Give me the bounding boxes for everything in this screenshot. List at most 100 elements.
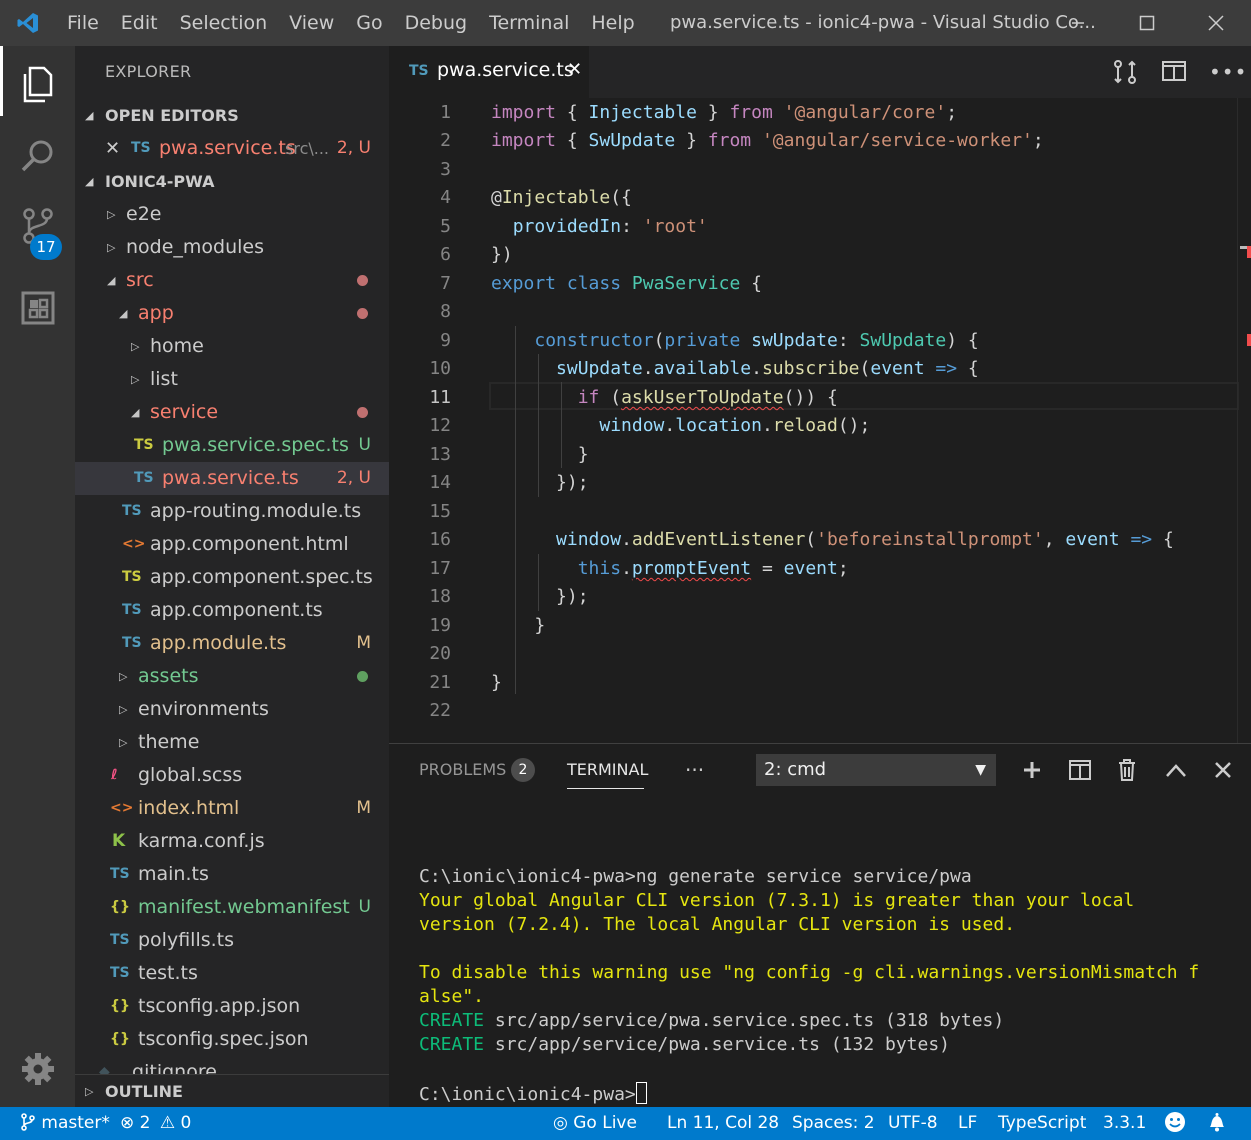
end-of-line[interactable]: LF: [958, 1107, 977, 1140]
code-token: =>: [1130, 529, 1153, 550]
overview-ruler[interactable]: [1237, 98, 1251, 743]
error-count: 2: [139, 1113, 151, 1133]
tree-file-global-scss[interactable]: ℓ global.scss: [75, 759, 389, 792]
code-token: '@angular/service-worker': [761, 130, 1033, 151]
tree-label: manifest.webmanifest: [138, 896, 350, 918]
tree-file-app-component-html[interactable]: <> app.component.html: [75, 528, 389, 561]
settings-gear-icon[interactable]: [0, 1034, 75, 1104]
tab-problems[interactable]: PROBLEMS: [419, 744, 506, 796]
open-editors-header[interactable]: ◢ OPEN EDITORS: [75, 99, 389, 132]
tree-label: node_modules: [126, 236, 265, 258]
typescript-version[interactable]: 3.3.1: [1103, 1107, 1146, 1140]
menu-edit[interactable]: Edit: [110, 0, 169, 46]
line-number: 1: [440, 102, 451, 123]
tree-file-main-ts[interactable]: TS main.ts: [75, 858, 389, 891]
menu-help[interactable]: Help: [580, 0, 645, 46]
tree-folder-service[interactable]: ◢ service: [75, 396, 389, 429]
maximize-button[interactable]: [1124, 0, 1170, 46]
menu-view[interactable]: View: [278, 0, 345, 46]
feedback-smiley-icon[interactable]: [1164, 1107, 1186, 1140]
code-token: SwUpdate: [859, 330, 947, 351]
tree-file-app-routing[interactable]: TS app-routing.module.ts: [75, 495, 389, 528]
encoding[interactable]: UTF-8: [888, 1107, 938, 1140]
search-icon[interactable]: [0, 121, 75, 191]
maximize-panel-icon[interactable]: [1160, 754, 1192, 786]
window-title: pwa.service.ts - ionic4-pwa - Visual Stu…: [670, 12, 1096, 33]
close-panel-icon[interactable]: [1207, 754, 1239, 786]
code-token: (: [653, 330, 665, 351]
active-tab-underline: [567, 788, 644, 789]
branch-indicator[interactable]: master*: [20, 1107, 110, 1140]
line-number: 4: [440, 187, 451, 208]
split-editor-icon[interactable]: [1161, 58, 1191, 86]
tree-folder-theme[interactable]: ▷ theme: [75, 726, 389, 759]
terminal-prompt[interactable]: C:\ionic\ionic4-pwa>: [419, 1082, 647, 1105]
typescript-file-icon: TS: [409, 63, 429, 79]
cursor-position[interactable]: Ln 11, Col 28: [667, 1107, 779, 1140]
tree-folder-src[interactable]: ◢ src: [75, 264, 389, 297]
tree-file-app-module[interactable]: TS app.module.ts M: [75, 627, 389, 660]
code-token: from: [707, 130, 752, 151]
notifications-bell-icon[interactable]: [1207, 1107, 1227, 1140]
tree-file-pwa-service-spec[interactable]: TS pwa.service.spec.ts U: [75, 429, 389, 462]
problems-indicator[interactable]: ⊗ 2 ⚠ 0: [120, 1107, 191, 1140]
tree-file-pwa-service[interactable]: TS pwa.service.ts 2, U: [75, 462, 389, 495]
menu-selection[interactable]: Selection: [169, 0, 279, 46]
extensions-icon[interactable]: [0, 273, 75, 343]
indentation[interactable]: Spaces: 2: [792, 1107, 875, 1140]
code-line-9: constructor(private swUpdate: SwUpdate) …: [491, 330, 978, 351]
tree-folder-app[interactable]: ◢ app: [75, 297, 389, 330]
tree-file-tsconfig-spec[interactable]: {} tsconfig.spec.json: [75, 1023, 389, 1056]
code-token: ;: [946, 102, 958, 123]
chevron-down-icon: ◢: [107, 274, 116, 287]
explorer-icon[interactable]: [0, 49, 75, 119]
tree-folder-environments[interactable]: ▷ environments: [75, 693, 389, 726]
trash-icon[interactable]: [1111, 754, 1143, 786]
tree-file-index-html[interactable]: <> index.html M: [75, 792, 389, 825]
language-mode[interactable]: TypeScript: [998, 1107, 1086, 1140]
code-editor[interactable]: 1 2 3 4 5 6 7 8 9 10 11 12 13 14 15 16 1…: [389, 98, 1251, 743]
code-line-6: }): [491, 244, 513, 265]
split-terminal-icon[interactable]: [1064, 754, 1096, 786]
warning-icon: ⚠: [159, 1113, 176, 1133]
line-number: 5: [440, 216, 451, 237]
git-status: M: [356, 798, 371, 818]
tree-file-tsconfig-app[interactable]: {} tsconfig.app.json: [75, 990, 389, 1023]
code-line-12: window.location.reload();: [491, 415, 870, 436]
more-actions-icon[interactable]: •••: [1209, 60, 1247, 84]
create-label: CREATE: [419, 1034, 485, 1055]
terminal-select[interactable]: 2: cmd ▼: [756, 754, 996, 786]
close-editor-icon[interactable]: ✕: [105, 132, 120, 165]
line-number: 7: [440, 273, 451, 294]
open-editor-item[interactable]: ✕ TS pwa.service.ts src\... 2, U: [75, 132, 389, 165]
tree-folder-node-modules[interactable]: ▷ node_modules: [75, 231, 389, 264]
tree-file-polyfills[interactable]: TS polyfills.ts: [75, 924, 389, 957]
tree-folder-assets[interactable]: ▷ assets: [75, 660, 389, 693]
close-window-button[interactable]: [1193, 0, 1239, 46]
modified-dot: [357, 308, 368, 319]
code-token: location: [675, 415, 762, 436]
tree-folder-e2e[interactable]: ▷ e2e: [75, 198, 389, 231]
tree-file-manifest[interactable]: {} manifest.webmanifest U: [75, 891, 389, 924]
editor-tab-pwa-service[interactable]: TS pwa.service.ts ✕: [389, 46, 589, 98]
tree-file-app-component-spec[interactable]: TS app.component.spec.ts: [75, 561, 389, 594]
new-terminal-icon[interactable]: [1016, 754, 1048, 786]
terminal-text: C:\ionic\ionic4-pwa>: [419, 1084, 636, 1105]
tree-file-app-component-ts[interactable]: TS app.component.ts: [75, 594, 389, 627]
close-tab-icon[interactable]: ✕: [567, 59, 582, 80]
menu-debug[interactable]: Debug: [394, 0, 478, 46]
project-header[interactable]: ◢ IONIC4-PWA: [75, 165, 389, 198]
outline-header[interactable]: ▷ OUTLINE: [75, 1074, 389, 1107]
minimize-button[interactable]: [1055, 0, 1101, 46]
open-changes-icon[interactable]: [1111, 58, 1141, 86]
go-live-button[interactable]: ◎ Go Live: [553, 1107, 637, 1140]
tree-file-karma-conf[interactable]: K karma.conf.js: [75, 825, 389, 858]
tree-folder-home[interactable]: ▷ home: [75, 330, 389, 363]
panel-more-icon[interactable]: ···: [685, 744, 704, 796]
tree-folder-list[interactable]: ▷ list: [75, 363, 389, 396]
menu-file[interactable]: File: [56, 0, 110, 46]
menu-go[interactable]: Go: [345, 0, 393, 46]
menu-terminal[interactable]: Terminal: [478, 0, 580, 46]
tree-file-test-ts[interactable]: TS test.ts: [75, 957, 389, 990]
